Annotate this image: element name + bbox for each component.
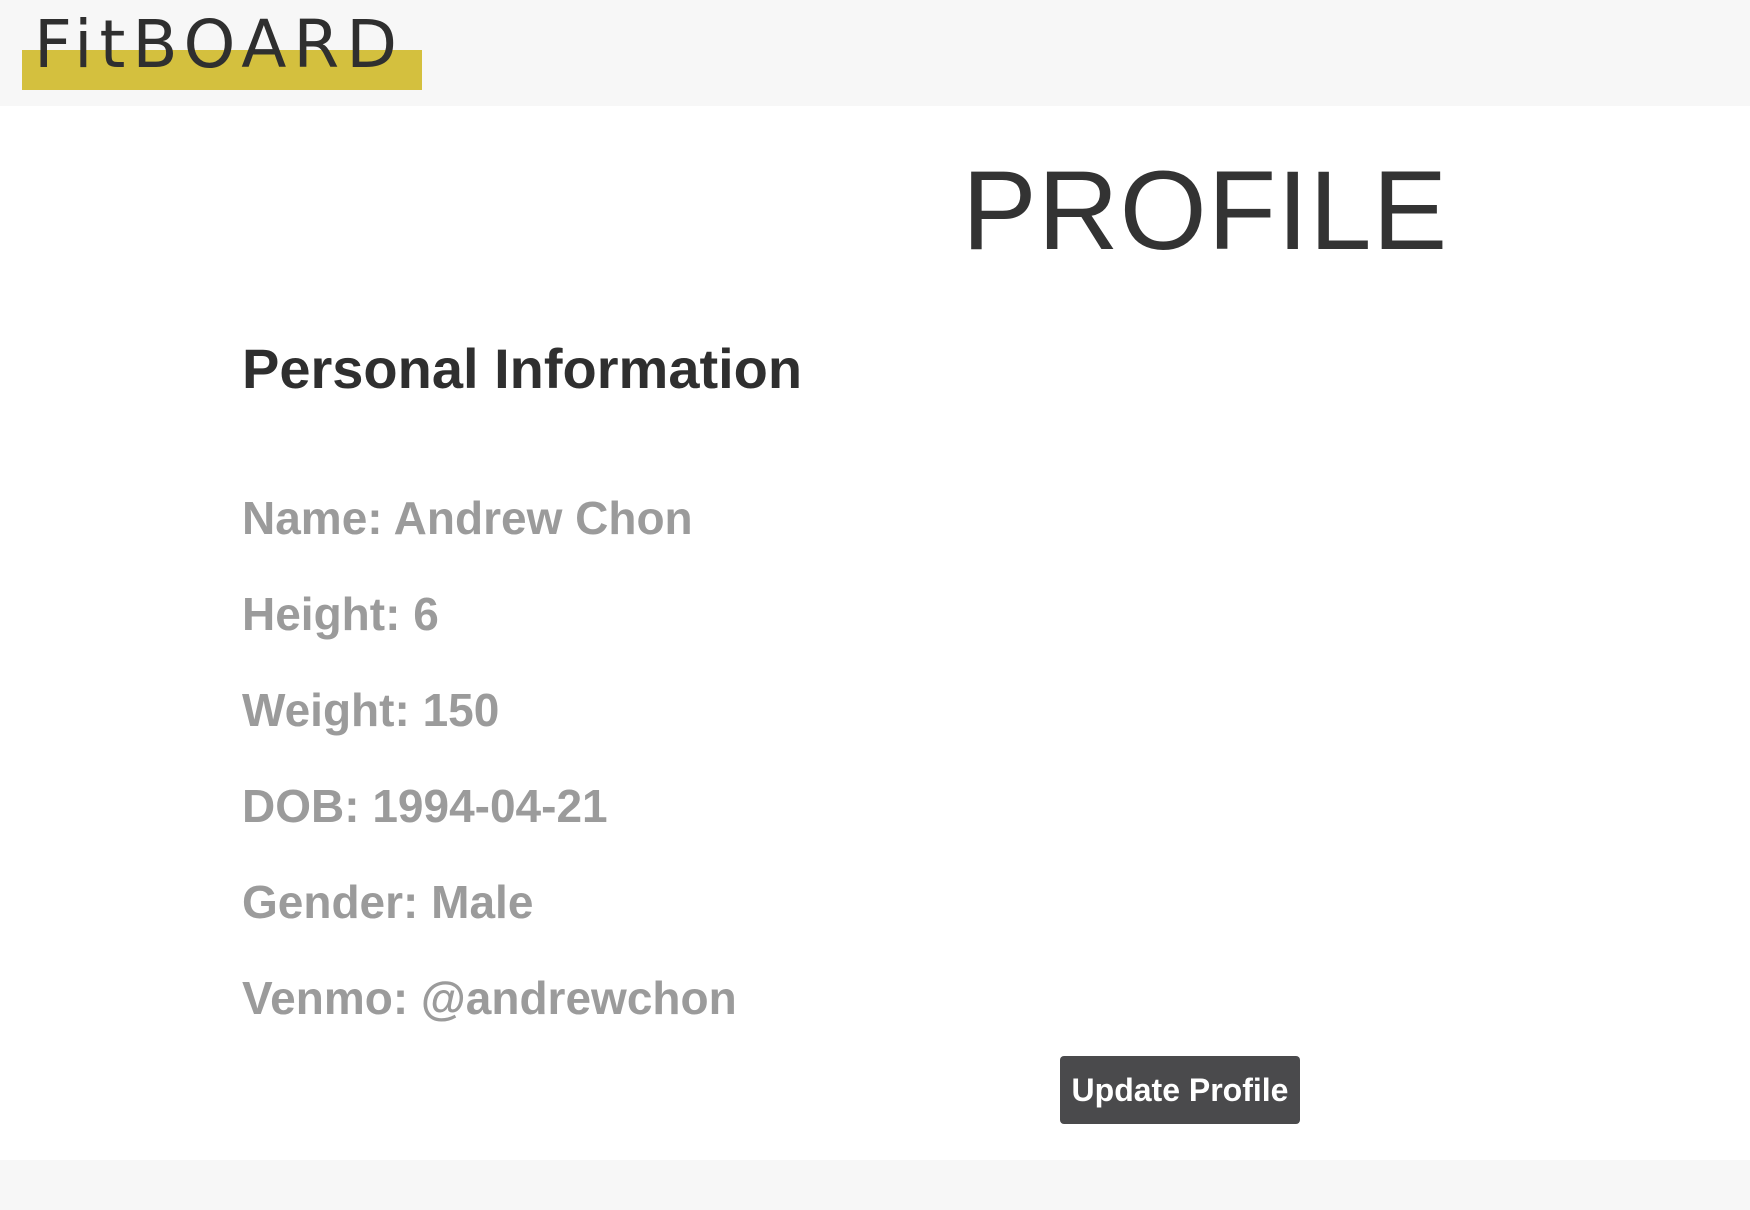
info-dob: DOB: 1994-04-21 bbox=[242, 780, 608, 832]
info-venmo: Venmo: @andrewchon bbox=[242, 972, 737, 1024]
page-footer bbox=[0, 1160, 1750, 1210]
update-profile-button[interactable]: Update Profile bbox=[1060, 1056, 1300, 1124]
info-height: Height: 6 bbox=[242, 588, 439, 640]
top-header: FitBOARD bbox=[0, 0, 1750, 106]
info-name: Name: Andrew Chon bbox=[242, 492, 693, 544]
info-weight: Weight: 150 bbox=[242, 684, 500, 736]
info-gender: Gender: Male bbox=[242, 876, 534, 928]
page-title: PROFILE bbox=[962, 148, 1449, 273]
profile-page: PROFILE Personal Information Name: Andre… bbox=[0, 106, 1750, 1160]
personal-info-list: Name: Andrew Chon Height: 6 Weight: 150 … bbox=[242, 470, 737, 1046]
personal-info-heading: Personal Information bbox=[242, 337, 803, 400]
logo-text: FitBOARD bbox=[34, 6, 405, 83]
